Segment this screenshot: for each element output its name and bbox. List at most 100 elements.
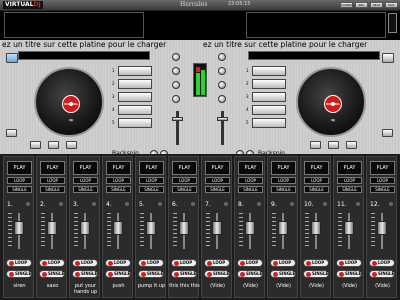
mixer-gain-knob[interactable] (218, 53, 226, 61)
sampler-volume-slider[interactable] (245, 221, 255, 235)
sampler-volume-slider[interactable] (311, 221, 321, 235)
deck-right-cue-button[interactable] (310, 141, 321, 149)
sampler-single-toggle[interactable]: SINGLE (237, 270, 263, 278)
sampler-volume-slider[interactable] (47, 221, 57, 235)
sampler-single-button[interactable]: SINGLE (205, 186, 230, 193)
sampler-loop-button[interactable]: LOOP (238, 177, 263, 184)
cue-pad[interactable]: 3 (112, 92, 152, 102)
sampler-single-button[interactable]: SINGLE (106, 186, 131, 193)
sampler-play-button[interactable]: PLAY (304, 161, 329, 175)
mixer-mid-knob[interactable] (172, 81, 180, 89)
sampler-loop-button[interactable]: LOOP (172, 177, 197, 184)
sampler-loop-button[interactable]: LOOP (139, 177, 164, 184)
cue-pad[interactable]: 5 (112, 118, 152, 128)
sampler-volume-slider[interactable] (344, 221, 354, 235)
cue-pad[interactable]: 4 (112, 105, 152, 115)
sampler-loop-toggle[interactable]: LOOP (336, 259, 362, 267)
mixer-high-knob[interactable] (172, 67, 180, 75)
sampler-loop-toggle[interactable]: LOOP (105, 259, 131, 267)
deck-left-loop-button[interactable] (6, 129, 17, 137)
cue-pad[interactable]: 3 (246, 92, 286, 102)
sampler-loop-button[interactable]: LOOP (370, 177, 395, 184)
sampler-loop-toggle[interactable]: LOOP (369, 259, 395, 267)
deck-left-platter[interactable]: VIRTUAL DJ (34, 67, 104, 137)
sampler-single-button[interactable]: SINGLE (73, 186, 98, 193)
sampler-single-toggle[interactable]: SINGLE (336, 270, 362, 278)
channel-left-fader[interactable] (172, 117, 183, 121)
sampler-single-toggle[interactable]: SINGLE (105, 270, 131, 278)
sampler-loop-toggle[interactable]: LOOP (303, 259, 329, 267)
sampler-loop-toggle[interactable]: LOOP (171, 259, 197, 267)
sampler-single-toggle[interactable]: SINGLE (303, 270, 329, 278)
sampler-single-toggle[interactable]: SINGLE (138, 270, 164, 278)
sampler-single-toggle[interactable]: SINGLE (6, 270, 32, 278)
sampler-loop-toggle[interactable]: LOOP (39, 259, 65, 267)
sampler-volume-slider[interactable] (146, 221, 156, 235)
sampler-play-button[interactable]: PLAY (172, 161, 197, 175)
rec-button[interactable]: REC (355, 2, 368, 8)
sampler-loop-toggle[interactable]: LOOP (6, 259, 32, 267)
sampler-single-button[interactable]: SINGLE (304, 186, 329, 193)
deck-right-platter[interactable]: VIRTUAL DJ (296, 67, 366, 137)
sampler-volume-slider[interactable] (80, 221, 90, 235)
sampler-loop-toggle[interactable]: LOOP (270, 259, 296, 267)
sampler-play-button[interactable]: PLAY (139, 161, 164, 175)
mixer-gain-knob[interactable] (172, 53, 180, 61)
channel-right-fader[interactable] (217, 117, 228, 121)
deck-left-sync-button[interactable] (6, 53, 18, 63)
sampler-play-button[interactable]: PLAY (106, 161, 131, 175)
deck-left-stop-button[interactable] (66, 141, 77, 149)
sampler-single-button[interactable]: SINGLE (139, 186, 164, 193)
sampler-loop-button[interactable]: LOOP (73, 177, 98, 184)
deck-right-play-button[interactable] (328, 141, 339, 149)
sampler-play-button[interactable]: PLAY (271, 161, 296, 175)
mixer-low-knob[interactable] (218, 95, 226, 103)
sampler-single-toggle[interactable]: SINGLE (270, 270, 296, 278)
mixer-mid-knob[interactable] (218, 81, 226, 89)
deck-right-sync-button[interactable] (382, 53, 394, 63)
sampler-play-button[interactable]: PLAY (73, 161, 98, 175)
sampler-loop-toggle[interactable]: LOOP (138, 259, 164, 267)
cue-pad[interactable]: 4 (246, 105, 286, 115)
deck-right-stop-button[interactable] (346, 141, 357, 149)
sampler-loop-button[interactable]: LOOP (337, 177, 362, 184)
sampler-volume-slider[interactable] (179, 221, 189, 235)
cue-pad[interactable]: 1 (112, 66, 152, 76)
sampler-loop-toggle[interactable]: LOOP (237, 259, 263, 267)
sampler-single-toggle[interactable]: SINGLE (369, 270, 395, 278)
sampler-loop-button[interactable]: LOOP (106, 177, 131, 184)
sampler-volume-slider[interactable] (14, 221, 24, 235)
sampler-play-button[interactable]: PLAY (205, 161, 230, 175)
sampler-play-button[interactable]: PLAY (238, 161, 263, 175)
sampler-play-button[interactable]: PLAY (7, 161, 32, 175)
sampler-play-button[interactable]: PLAY (40, 161, 65, 175)
sampler-volume-slider[interactable] (377, 221, 387, 235)
cue-pad[interactable]: 2 (246, 79, 286, 89)
sampler-volume-slider[interactable] (113, 221, 123, 235)
sampler-loop-button[interactable]: LOOP (7, 177, 32, 184)
mixer-high-knob[interactable] (218, 67, 226, 75)
sampler-single-toggle[interactable]: SINGLE (72, 270, 98, 278)
sampler-loop-toggle[interactable]: LOOP (72, 259, 98, 267)
sampler-play-button[interactable]: PLAY (370, 161, 395, 175)
deck-right-loop-button[interactable] (382, 129, 393, 137)
mixer-low-knob[interactable] (172, 95, 180, 103)
exit-button[interactable]: EXIT (385, 2, 398, 8)
sampler-single-button[interactable]: SINGLE (7, 186, 32, 193)
sampler-single-button[interactable]: SINGLE (40, 186, 65, 193)
config-button[interactable]: CONFIG (340, 2, 353, 8)
sampler-loop-button[interactable]: LOOP (205, 177, 230, 184)
help-button[interactable]: HELP (370, 2, 383, 8)
deck-left-play-button[interactable] (48, 141, 59, 149)
deck-left-cue-button[interactable] (30, 141, 41, 149)
sampler-single-button[interactable]: SINGLE (370, 186, 395, 193)
sampler-loop-button[interactable]: LOOP (304, 177, 329, 184)
sampler-play-button[interactable]: PLAY (337, 161, 362, 175)
sampler-single-toggle[interactable]: SINGLE (171, 270, 197, 278)
cue-pad[interactable]: 5 (246, 118, 286, 128)
sampler-single-toggle[interactable]: SINGLE (39, 270, 65, 278)
sampler-loop-button[interactable]: LOOP (40, 177, 65, 184)
sampler-single-toggle[interactable]: SINGLE (204, 270, 230, 278)
sampler-volume-slider[interactable] (278, 221, 288, 235)
sampler-volume-slider[interactable] (212, 221, 222, 235)
